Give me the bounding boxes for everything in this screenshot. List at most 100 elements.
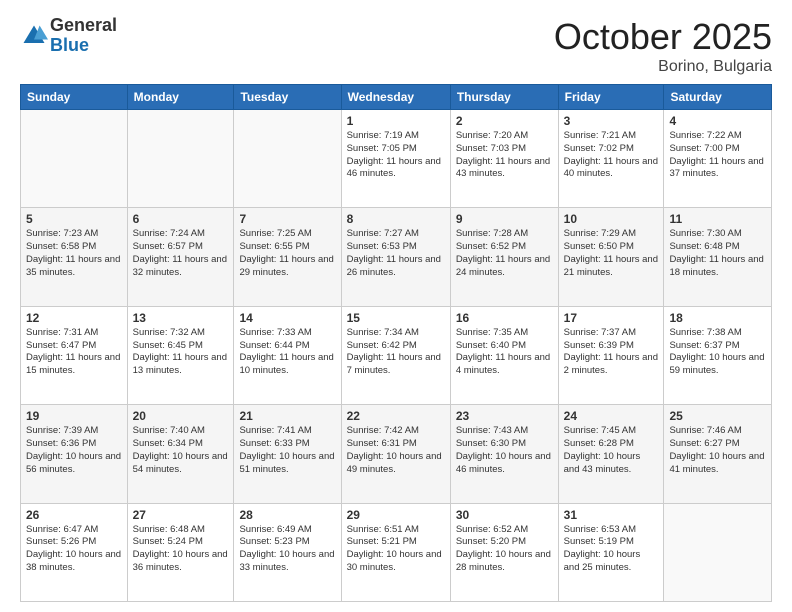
day-info: Sunrise: 7:29 AM Sunset: 6:50 PM Dayligh… xyxy=(564,228,659,279)
calendar-cell: 28Sunrise: 6:49 AM Sunset: 5:23 PM Dayli… xyxy=(234,503,341,601)
day-number: 18 xyxy=(669,311,766,325)
calendar-cell: 8Sunrise: 7:27 AM Sunset: 6:53 PM Daylig… xyxy=(341,208,450,306)
day-info: Sunrise: 7:21 AM Sunset: 7:02 PM Dayligh… xyxy=(564,130,659,181)
day-info: Sunrise: 7:38 AM Sunset: 6:37 PM Dayligh… xyxy=(669,327,766,378)
month-title: October 2025 xyxy=(554,16,772,58)
calendar-header-friday: Friday xyxy=(558,85,664,110)
day-info: Sunrise: 6:53 AM Sunset: 5:19 PM Dayligh… xyxy=(564,524,659,575)
day-number: 3 xyxy=(564,114,659,128)
day-number: 6 xyxy=(133,212,229,226)
day-info: Sunrise: 7:32 AM Sunset: 6:45 PM Dayligh… xyxy=(133,327,229,378)
day-number: 13 xyxy=(133,311,229,325)
day-number: 21 xyxy=(239,409,335,423)
day-number: 10 xyxy=(564,212,659,226)
calendar-cell: 22 Sunrise: 7:42 AM Sunset: 6:31 PM Dayli… xyxy=(341,405,450,503)
calendar-week-3: 12Sunrise: 7:31 AM Sunset: 6:47 PM Dayli… xyxy=(21,306,772,404)
day-info: Sunrise: 7:33 AM Sunset: 6:44 PM Dayligh… xyxy=(239,327,335,378)
calendar-cell: 16 Sunrise: 7:35 AM Sunset: 6:40 PM Dayli… xyxy=(450,306,558,404)
calendar-cell: 17 Sunrise: 7:37 AM Sunset: 6:39 PM Dayli… xyxy=(558,306,664,404)
calendar-cell: 3 Sunrise: 7:21 AM Sunset: 7:02 PM Daylig… xyxy=(558,110,664,208)
day-info: Sunrise: 6:49 AM Sunset: 5:23 PM Dayligh… xyxy=(239,524,335,575)
calendar-week-1: 1 Sunrise: 7:19 AM Sunset: 7:05 PM Daylig… xyxy=(21,110,772,208)
day-number: 23 xyxy=(456,409,553,423)
day-number: 5 xyxy=(26,212,122,226)
logo-icon xyxy=(20,22,48,50)
day-info: Sunrise: 7:24 AM Sunset: 6:57 PM Dayligh… xyxy=(133,228,229,279)
day-number: 26 xyxy=(26,508,122,522)
calendar-week-4: 19 Sunrise: 7:39 AM Sunset: 6:36 PM Dayli… xyxy=(21,405,772,503)
calendar-cell: 12Sunrise: 7:31 AM Sunset: 6:47 PM Dayli… xyxy=(21,306,128,404)
day-info: Sunrise: 7:37 AM Sunset: 6:39 PM Dayligh… xyxy=(564,327,659,378)
calendar-cell: 2Sunrise: 7:20 AM Sunset: 7:03 PM Daylig… xyxy=(450,110,558,208)
calendar-cell: 26 Sunrise: 6:47 AM Sunset: 5:26 PM Dayli… xyxy=(21,503,128,601)
calendar-cell: 4 Sunrise: 7:22 AM Sunset: 7:00 PM Daylig… xyxy=(664,110,772,208)
calendar-header-sunday: Sunday xyxy=(21,85,128,110)
day-info: Sunrise: 6:47 AM Sunset: 5:26 PM Dayligh… xyxy=(26,524,122,575)
calendar-header-wednesday: Wednesday xyxy=(341,85,450,110)
calendar-header-tuesday: Tuesday xyxy=(234,85,341,110)
day-number: 4 xyxy=(669,114,766,128)
calendar-cell: 13 Sunrise: 7:32 AM Sunset: 6:45 PM Dayli… xyxy=(127,306,234,404)
day-number: 12 xyxy=(26,311,122,325)
day-number: 27 xyxy=(133,508,229,522)
calendar-cell: 21 Sunrise: 7:41 AM Sunset: 6:33 PM Dayli… xyxy=(234,405,341,503)
day-number: 8 xyxy=(347,212,445,226)
day-info: Sunrise: 7:25 AM Sunset: 6:55 PM Dayligh… xyxy=(239,228,335,279)
day-info: Sunrise: 7:19 AM Sunset: 7:05 PM Dayligh… xyxy=(347,130,445,181)
day-info: Sunrise: 7:30 AM Sunset: 6:48 PM Dayligh… xyxy=(669,228,766,279)
calendar-header-monday: Monday xyxy=(127,85,234,110)
calendar-header-saturday: Saturday xyxy=(664,85,772,110)
day-number: 31 xyxy=(564,508,659,522)
calendar-cell xyxy=(664,503,772,601)
day-info: Sunrise: 7:41 AM Sunset: 6:33 PM Dayligh… xyxy=(239,425,335,476)
day-info: Sunrise: 7:34 AM Sunset: 6:42 PM Dayligh… xyxy=(347,327,445,378)
calendar-cell: 20Sunrise: 7:40 AM Sunset: 6:34 PM Dayli… xyxy=(127,405,234,503)
day-info: Sunrise: 7:45 AM Sunset: 6:28 PM Dayligh… xyxy=(564,425,659,476)
calendar-week-5: 26 Sunrise: 6:47 AM Sunset: 5:26 PM Dayli… xyxy=(21,503,772,601)
calendar-week-2: 5 Sunrise: 7:23 AM Sunset: 6:58 PM Daylig… xyxy=(21,208,772,306)
day-number: 25 xyxy=(669,409,766,423)
day-number: 29 xyxy=(347,508,445,522)
calendar-cell: 30 Sunrise: 6:52 AM Sunset: 5:20 PM Dayli… xyxy=(450,503,558,601)
calendar-cell: 19 Sunrise: 7:39 AM Sunset: 6:36 PM Dayli… xyxy=(21,405,128,503)
calendar-cell: 27 Sunrise: 6:48 AM Sunset: 5:24 PM Dayli… xyxy=(127,503,234,601)
location: Borino, Bulgaria xyxy=(554,58,772,76)
calendar-header-row: SundayMondayTuesdayWednesdayThursdayFrid… xyxy=(21,85,772,110)
day-number: 9 xyxy=(456,212,553,226)
day-info: Sunrise: 7:22 AM Sunset: 7:00 PM Dayligh… xyxy=(669,130,766,181)
calendar-cell: 18 Sunrise: 7:38 AM Sunset: 6:37 PM Dayli… xyxy=(664,306,772,404)
calendar-cell: 14Sunrise: 7:33 AM Sunset: 6:44 PM Dayli… xyxy=(234,306,341,404)
calendar-header-thursday: Thursday xyxy=(450,85,558,110)
day-number: 19 xyxy=(26,409,122,423)
day-number: 24 xyxy=(564,409,659,423)
day-number: 1 xyxy=(347,114,445,128)
day-info: Sunrise: 7:39 AM Sunset: 6:36 PM Dayligh… xyxy=(26,425,122,476)
calendar-cell: 7 Sunrise: 7:25 AM Sunset: 6:55 PM Daylig… xyxy=(234,208,341,306)
day-info: Sunrise: 6:52 AM Sunset: 5:20 PM Dayligh… xyxy=(456,524,553,575)
header: General Blue October 2025 Borino, Bulgar… xyxy=(20,16,772,76)
calendar-cell: 5 Sunrise: 7:23 AM Sunset: 6:58 PM Daylig… xyxy=(21,208,128,306)
day-info: Sunrise: 6:51 AM Sunset: 5:21 PM Dayligh… xyxy=(347,524,445,575)
logo-general: General xyxy=(50,16,117,36)
day-info: Sunrise: 7:35 AM Sunset: 6:40 PM Dayligh… xyxy=(456,327,553,378)
day-info: Sunrise: 7:42 AM Sunset: 6:31 PM Dayligh… xyxy=(347,425,445,476)
day-info: Sunrise: 7:23 AM Sunset: 6:58 PM Dayligh… xyxy=(26,228,122,279)
day-number: 22 xyxy=(347,409,445,423)
day-number: 15 xyxy=(347,311,445,325)
calendar-cell: 11Sunrise: 7:30 AM Sunset: 6:48 PM Dayli… xyxy=(664,208,772,306)
day-info: Sunrise: 6:48 AM Sunset: 5:24 PM Dayligh… xyxy=(133,524,229,575)
calendar-cell: 1 Sunrise: 7:19 AM Sunset: 7:05 PM Daylig… xyxy=(341,110,450,208)
day-info: Sunrise: 7:43 AM Sunset: 6:30 PM Dayligh… xyxy=(456,425,553,476)
calendar-cell xyxy=(234,110,341,208)
calendar-cell: 29 Sunrise: 6:51 AM Sunset: 5:21 PM Dayli… xyxy=(341,503,450,601)
day-number: 20 xyxy=(133,409,229,423)
day-number: 30 xyxy=(456,508,553,522)
day-number: 17 xyxy=(564,311,659,325)
calendar-cell: 10 Sunrise: 7:29 AM Sunset: 6:50 PM Dayli… xyxy=(558,208,664,306)
day-info: Sunrise: 7:20 AM Sunset: 7:03 PM Dayligh… xyxy=(456,130,553,181)
calendar-cell: 24 Sunrise: 7:45 AM Sunset: 6:28 PM Dayli… xyxy=(558,405,664,503)
day-info: Sunrise: 7:28 AM Sunset: 6:52 PM Dayligh… xyxy=(456,228,553,279)
day-number: 16 xyxy=(456,311,553,325)
day-number: 7 xyxy=(239,212,335,226)
title-block: October 2025 Borino, Bulgaria xyxy=(554,16,772,76)
